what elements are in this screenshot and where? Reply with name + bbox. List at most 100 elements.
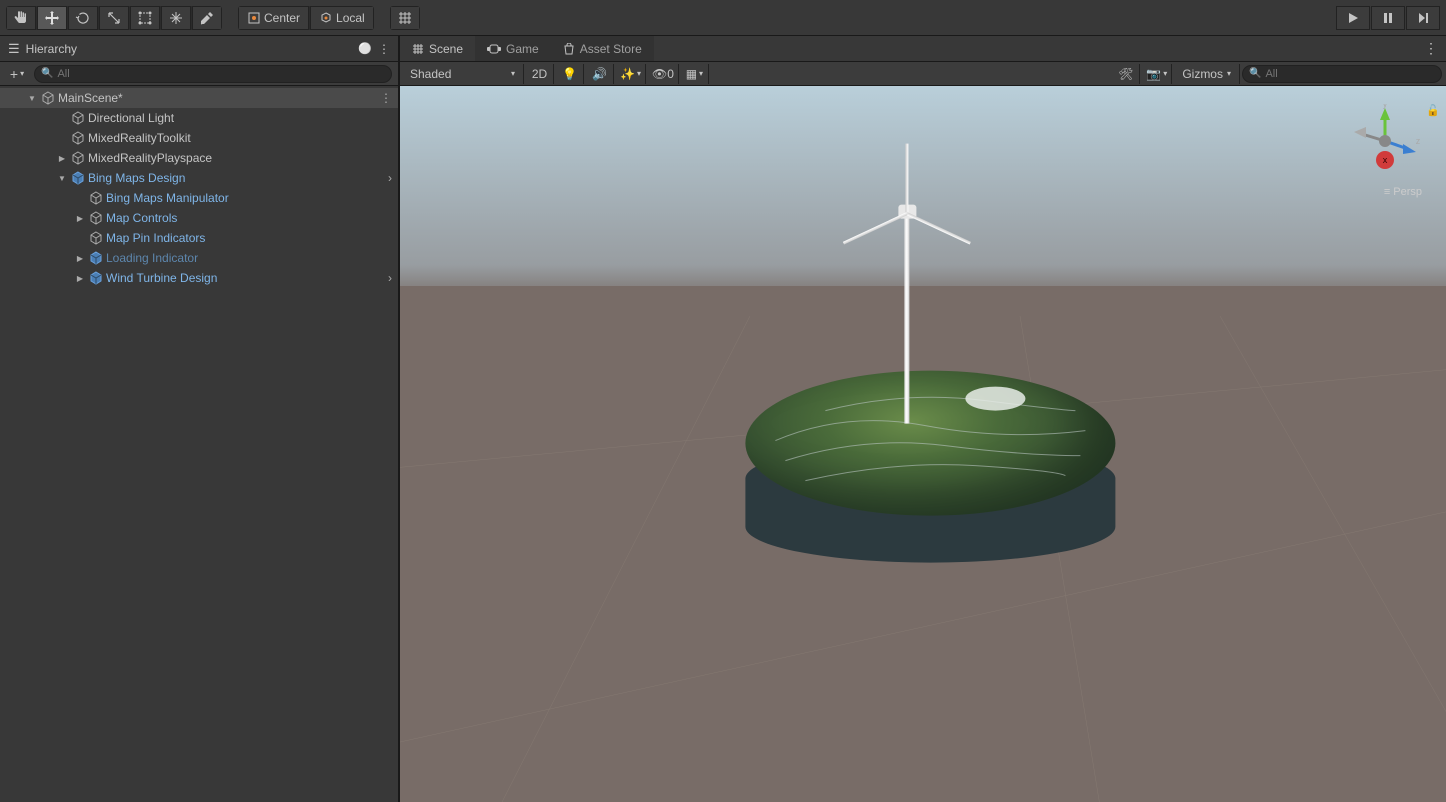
hierarchy-item[interactable]: ▶Map Controls [0, 208, 398, 228]
tab-label: Asset Store [580, 42, 642, 56]
hierarchy-item-label: Directional Light [88, 111, 174, 125]
foldout-icon[interactable]: ▶ [74, 214, 86, 223]
lighting-toggle[interactable]: 💡 [556, 64, 584, 84]
pivot-local-button[interactable]: Local [310, 6, 374, 30]
tools-button[interactable]: 🛠 [1112, 64, 1140, 84]
transform-tool[interactable] [161, 6, 191, 30]
gizmos-label: Gizmos [1182, 67, 1223, 81]
hierarchy-item-label: Map Pin Indicators [106, 231, 205, 245]
hierarchy-item-label: MixedRealityToolkit [88, 131, 191, 145]
tab-icon [412, 43, 424, 55]
lock-icon[interactable]: ⚪ [358, 42, 372, 55]
hierarchy-item[interactable]: Map Pin Indicators [0, 228, 398, 248]
tab-label: Game [506, 42, 539, 56]
pause-button[interactable] [1371, 6, 1405, 30]
chevron-down-icon: ▾ [511, 69, 515, 78]
rotate-tool[interactable] [68, 6, 98, 30]
tab-label: Scene [429, 42, 463, 56]
prefab-icon [70, 170, 86, 186]
scene-root-label: MainScene* [58, 91, 123, 105]
gameobject-icon [70, 130, 86, 146]
rect-tool[interactable] [130, 6, 160, 30]
foldout-icon[interactable]: ▶ [74, 254, 86, 263]
audio-toggle[interactable]: 🔊 [586, 64, 614, 84]
hierarchy-item-label: Bing Maps Manipulator [106, 191, 229, 205]
2d-label: 2D [532, 67, 547, 81]
pivot-center-label: Center [264, 11, 300, 25]
prefab-icon [88, 270, 104, 286]
gameobject-icon [70, 110, 86, 126]
gameobject-icon [88, 210, 104, 226]
hierarchy-item-label: Wind Turbine Design [106, 271, 217, 285]
svg-text:x: x [1383, 155, 1388, 165]
foldout-icon[interactable]: ▶ [74, 274, 86, 283]
create-dropdown[interactable]: +▾ [6, 65, 28, 83]
pivot-local-label: Local [336, 11, 365, 25]
chevron-down-icon: ▾ [1227, 69, 1231, 78]
hierarchy-item[interactable]: MixedRealityToolkit [0, 128, 398, 148]
camera-dropdown[interactable]: 📷▾ [1142, 64, 1172, 84]
contour-lines [745, 371, 1115, 516]
search-icon: 🔍 [1249, 68, 1261, 79]
scene-search-input[interactable] [1265, 68, 1435, 80]
gizmos-dropdown[interactable]: Gizmos ▾ [1174, 64, 1240, 84]
hierarchy-item-label: Loading Indicator [106, 251, 198, 265]
row-menu-icon[interactable]: ⋮ [380, 91, 392, 105]
foldout-icon[interactable]: ▼ [26, 94, 38, 103]
tab-scene[interactable]: Scene [400, 36, 475, 61]
hand-tool[interactable] [6, 6, 36, 30]
panel-menu-icon[interactable]: ⋮ [378, 42, 390, 56]
gameobject-icon [88, 190, 104, 206]
chevron-right-icon[interactable]: › [388, 271, 392, 285]
map-disc-object[interactable] [745, 371, 1115, 601]
fx-dropdown[interactable]: ✨▾ [616, 64, 646, 84]
hierarchy-search[interactable]: 🔍 [34, 65, 392, 83]
snap-toggle[interactable] [390, 6, 420, 30]
turbine-blade [905, 144, 908, 214]
hierarchy-item[interactable]: ▶ MixedRealityPlayspace [0, 148, 398, 168]
gameobject-icon [70, 150, 86, 166]
scene-toolbar: Shaded ▾ 2D 💡 🔊 ✨▾ 👁 0 ▦▾ 🛠 📷▾ Gizmos ▾ … [400, 62, 1446, 86]
orientation-gizmo[interactable]: y z x [1348, 104, 1422, 178]
hierarchy-item-label: MixedRealityPlayspace [88, 151, 212, 165]
tab-game[interactable]: Game [475, 36, 551, 61]
hierarchy-panel: ☰ Hierarchy ⚪ ⋮ +▾ 🔍 ▼ MainScene* ⋮ Dire… [0, 36, 400, 802]
hierarchy-item[interactable]: ▼Bing Maps Design› [0, 168, 398, 188]
hierarchy-tree: ▼ MainScene* ⋮ Directional Light MixedRea… [0, 86, 398, 802]
hierarchy-search-input[interactable] [57, 68, 385, 80]
hierarchy-item[interactable]: ▶ Loading Indicator [0, 248, 398, 268]
shading-mode-label: Shaded [410, 67, 451, 81]
tab-icon [563, 43, 575, 55]
hierarchy-item[interactable]: Directional Light [0, 108, 398, 128]
2d-toggle[interactable]: 2D [526, 64, 554, 84]
step-button[interactable] [1406, 6, 1440, 30]
scale-tool[interactable] [99, 6, 129, 30]
grid-dropdown[interactable]: ▦▾ [681, 64, 709, 84]
chevron-right-icon[interactable]: › [388, 171, 392, 185]
play-button[interactable] [1336, 6, 1370, 30]
search-icon: 🔍 [41, 68, 53, 79]
gizmo-lock-icon[interactable]: 🔓 [1426, 104, 1440, 117]
tab-asset-store[interactable]: Asset Store [551, 36, 654, 61]
pivot-center-button[interactable]: Center [238, 6, 309, 30]
prefab-icon [88, 250, 104, 266]
hierarchy-title: Hierarchy [26, 42, 77, 56]
scene-viewport[interactable]: 🔓 y z x ≡ Persp [400, 86, 1446, 802]
tab-icon [487, 44, 501, 54]
move-tool[interactable] [37, 6, 67, 30]
hierarchy-item[interactable]: ▶ Wind Turbine Design › [0, 268, 398, 288]
local-icon [319, 11, 333, 25]
wind-turbine-object[interactable] [904, 209, 909, 424]
camera-projection-label[interactable]: ≡ Persp [1384, 186, 1422, 198]
foldout-icon[interactable]: ▶ [56, 154, 68, 163]
scene-root[interactable]: ▼ MainScene* ⋮ [0, 88, 398, 108]
center-icon [247, 11, 261, 25]
custom-tool[interactable] [192, 6, 222, 30]
scene-visibility-toggle[interactable]: 👁 0 [648, 64, 679, 84]
scene-tabs-menu-icon[interactable]: ⋮ [1424, 36, 1438, 61]
shading-mode-dropdown[interactable]: Shaded ▾ [404, 64, 524, 84]
svg-text:y: y [1383, 104, 1388, 109]
scene-search[interactable]: 🔍 [1242, 65, 1442, 83]
hierarchy-item[interactable]: Bing Maps Manipulator [0, 188, 398, 208]
foldout-icon[interactable]: ▼ [56, 174, 68, 183]
